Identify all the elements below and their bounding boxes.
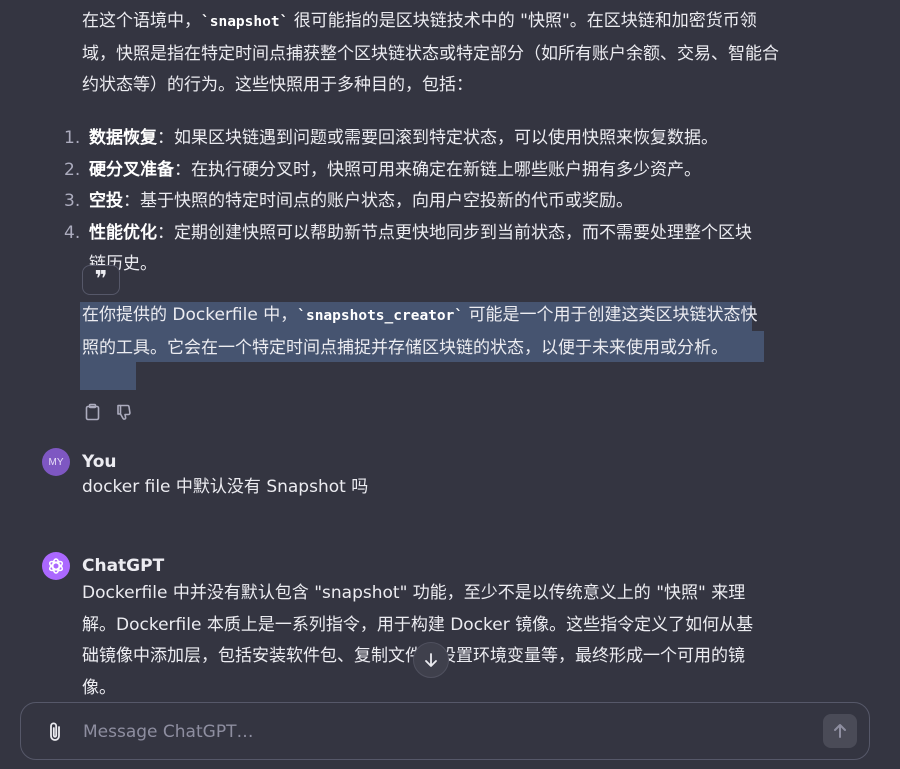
list-item-text: ：基于快照的特定时间点的账户状态，向用户空投新的代币或奖励。: [123, 191, 633, 211]
selected-text-a: 在你提供的 Dockerfile 中，: [82, 305, 298, 325]
paperclip-icon: [50, 722, 60, 741]
conversation-area: 在这个语境中，`snapshot` 很可能指的是区块链技术中的 "快照"。在区块…: [0, 0, 900, 700]
chatgpt-avatar: [42, 552, 70, 580]
list-item: 3. 空投：基于快照的特定时间点的账户状态，向用户空投新的代币或奖励。: [64, 186, 764, 218]
attach-button[interactable]: [43, 720, 67, 744]
list-item-text: ：在执行硬分叉时，快照可用来确定在新链上哪些账户拥有多少资产。: [174, 159, 701, 180]
list-number: 4.: [64, 222, 81, 243]
list-item-title: 性能优化: [89, 222, 157, 243]
assistant-message-text: Dockerfile 中并没有默认包含 "snapshot" 功能，至少不是以传…: [82, 583, 754, 698]
clipboard-icon: [85, 403, 99, 421]
assistant-message-header: ChatGPT: [42, 552, 164, 580]
send-button[interactable]: [823, 714, 857, 748]
quote-selection-button[interactable]: ❞: [82, 265, 120, 295]
copy-button[interactable]: [82, 402, 102, 422]
thumbs-down-icon: [117, 404, 131, 420]
intro-text-a: 在这个语境中，: [82, 11, 201, 31]
arrow-down-icon: [425, 653, 437, 667]
openai-logo-icon: [48, 558, 64, 574]
list-number: 3.: [64, 191, 81, 211]
list-number: 2.: [64, 159, 81, 180]
message-composer: [20, 702, 870, 760]
list-item: 1. 数据恢复：如果区块链遇到问题或需要回滚到特定状态，可以使用快照来恢复数据。: [64, 123, 764, 155]
user-message-text: docker file 中默认没有 Snapshot 吗: [82, 477, 369, 497]
list-number: 1.: [64, 128, 81, 148]
scroll-to-bottom-button[interactable]: [413, 642, 449, 678]
list-item-title: 空投: [89, 191, 123, 211]
inline-code-snapshot: `snapshot`: [201, 14, 289, 30]
list-item-text: ：定期创建快照可以帮助新节点更快地同步到当前状态，而不需要处理整个区块链历史。: [89, 222, 752, 275]
snapshot-purpose-list: 1. 数据恢复：如果区块链遇到问题或需要回滚到特定状态，可以使用快照来恢复数据。 …: [64, 123, 764, 281]
dislike-button[interactable]: [114, 402, 134, 422]
message-actions: [82, 402, 134, 422]
inline-code-snapshots-creator: `snapshots_creator`: [297, 308, 464, 324]
list-item-title: 数据恢复: [89, 128, 157, 148]
quote-icon: ❞: [94, 267, 108, 292]
assistant-paragraph-intro: 在这个语境中，`snapshot` 很可能指的是区块链技术中的 "快照"。在区块…: [82, 6, 782, 102]
message-input[interactable]: [81, 713, 805, 751]
assistant-author-name: ChatGPT: [82, 556, 165, 576]
selected-paragraph: 在你提供的 Dockerfile 中，`snapshots_creator` 可…: [82, 300, 772, 364]
user-author-name: You: [82, 452, 117, 472]
list-item-text: ：如果区块链遇到问题或需要回滚到特定状态，可以使用快照来恢复数据。: [157, 128, 718, 148]
list-item-title: 硬分叉准备: [89, 159, 174, 180]
user-avatar: MY: [42, 448, 70, 476]
list-item: 2. 硬分叉准备：在执行硬分叉时，快照可用来确定在新链上哪些账户拥有多少资产。: [64, 155, 764, 187]
list-item: 4. 性能优化：定期创建快照可以帮助新节点更快地同步到当前状态，而不需要处理整个区…: [64, 218, 764, 281]
arrow-up-icon: [834, 724, 846, 738]
